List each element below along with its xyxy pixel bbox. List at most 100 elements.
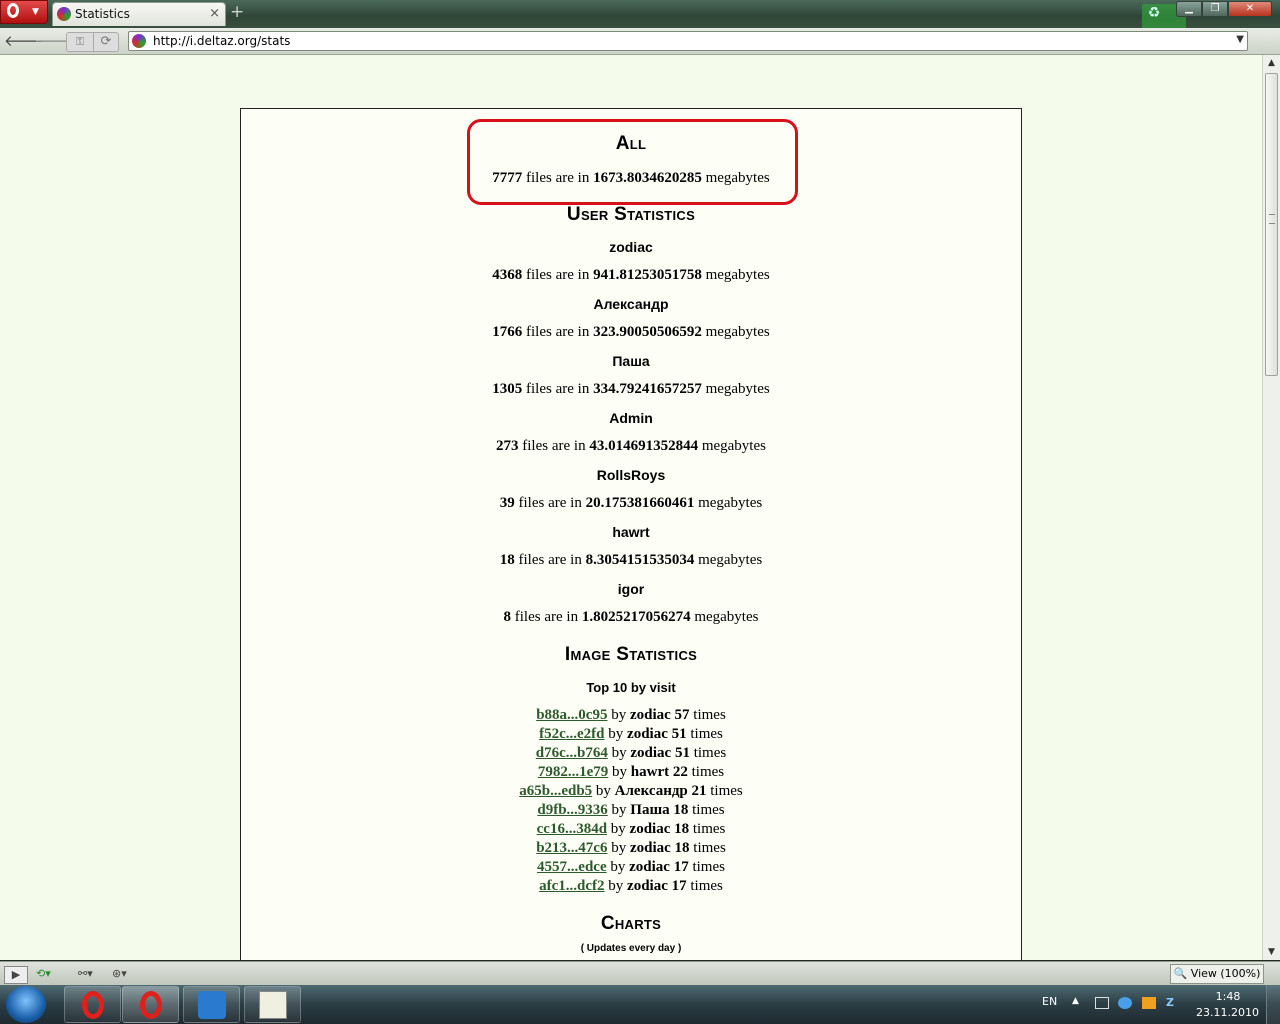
all-highlight-box <box>467 119 798 205</box>
zoom-control[interactable]: 🔍 View (100%) <box>1170 964 1264 984</box>
status-bar: ▶ ⟲▾ ⚯▾ ⊛▾ 🔍 View (100%) <box>0 961 1280 986</box>
taskbar-notepad[interactable] <box>244 986 301 1023</box>
clock-date[interactable]: 23.11.2010 <box>1196 1006 1259 1019</box>
key-icon[interactable]: ⚿ <box>66 32 94 52</box>
media-player-icon[interactable] <box>1142 997 1156 1009</box>
user-summary: 8 files are in 1.8025217056274 megabytes <box>241 609 1021 626</box>
opera-icon <box>82 991 104 1019</box>
start-button[interactable] <box>6 986 46 1023</box>
opera-menu-button[interactable]: ▼ <box>0 0 48 24</box>
tab-title: Statistics <box>75 7 130 21</box>
times-text: times <box>689 821 726 837</box>
top10-row: 4557...edce by zodiac 17 times <box>241 858 1021 877</box>
user-mid: files are in <box>514 552 586 568</box>
visit-count: 51 <box>671 726 687 742</box>
messenger-icon[interactable] <box>1118 997 1132 1009</box>
user-name: Паша <box>612 353 650 369</box>
taskbar-opera-app[interactable] <box>64 986 121 1023</box>
user-name: Александр <box>593 296 669 312</box>
user-unit: megabytes <box>694 495 763 511</box>
tab-close-button[interactable]: × <box>209 6 220 21</box>
top10-row: 7982...1e79 by hawrt 22 times <box>241 763 1021 782</box>
vertical-scrollbar[interactable]: ▲ ▼ <box>1262 55 1280 960</box>
user-name: RollsRoys <box>596 467 666 483</box>
times-text: times <box>689 745 727 761</box>
mail-icon[interactable] <box>1095 997 1109 1009</box>
scroll-thumb[interactable] <box>1265 73 1278 376</box>
unite-icon[interactable]: ⚯▾ <box>78 966 93 982</box>
url-text[interactable]: http://i.deltaz.org/stats <box>153 34 290 48</box>
z-icon[interactable]: Z <box>1166 997 1180 1009</box>
grip-icon <box>1269 214 1275 224</box>
user-mid: files are in <box>518 438 590 454</box>
panel-toggle-button[interactable]: ▶ <box>4 966 28 984</box>
maximize-button[interactable]: ❐ <box>1202 1 1228 17</box>
taskbar-app[interactable] <box>183 986 240 1023</box>
scroll-down-arrow-icon[interactable]: ▼ <box>1263 944 1280 960</box>
top10-row: b88a...0c95 by zodiac 57 times <box>241 706 1021 725</box>
scroll-up-arrow-icon[interactable]: ▲ <box>1263 55 1280 71</box>
image-link[interactable]: d76c...b764 <box>536 745 608 761</box>
user-unit: megabytes <box>701 267 770 283</box>
user-unit: megabytes <box>701 381 770 397</box>
top10-row: afc1...dcf2 by zodiac 17 times <box>241 877 1021 896</box>
image-user: zodiac <box>629 859 670 875</box>
image-link[interactable]: 4557...edce <box>537 859 607 875</box>
user-unit: megabytes <box>701 324 770 340</box>
language-indicator[interactable]: EN <box>1042 995 1057 1008</box>
times-text: times <box>686 726 723 742</box>
site-favicon-icon <box>132 34 146 48</box>
times-text: times <box>689 840 726 856</box>
user-files: 39 <box>499 495 515 511</box>
user-summary: 39 files are in 20.175381660461 megabyte… <box>241 495 1021 512</box>
top10-row: a65b...edb5 by Александр 21 times <box>241 782 1021 801</box>
charts-note: ( Updates every day ) <box>580 943 682 954</box>
show-desktop-button[interactable] <box>1266 985 1280 1024</box>
close-window-button[interactable]: ✕ <box>1228 1 1272 17</box>
image-link[interactable]: b213...47c6 <box>536 840 607 856</box>
user-mid: files are in <box>522 267 594 283</box>
image-link[interactable]: cc16...384d <box>537 821 607 837</box>
page-viewport: All 7777 files are in 1673.8034620285 me… <box>0 55 1262 960</box>
minimize-button[interactable]: ▁ <box>1176 1 1202 17</box>
by-text: by <box>607 745 631 761</box>
image-user: zodiac <box>627 878 668 894</box>
image-link[interactable]: d9fb...9336 <box>537 802 607 818</box>
user-summary: 4368 files are in 941.81253051758 megaby… <box>241 267 1021 284</box>
by-text: by <box>604 726 628 742</box>
image-link[interactable]: a65b...edb5 <box>519 783 592 799</box>
taskbar-opera-window[interactable] <box>122 986 179 1023</box>
times-text: times <box>687 764 725 780</box>
by-text: by <box>607 802 631 818</box>
tray-expand-icon[interactable]: ▲ <box>1072 996 1079 1006</box>
by-text: by <box>607 840 630 856</box>
url-input[interactable]: http://i.deltaz.org/stats ▼ <box>128 31 1248 51</box>
image-link[interactable]: afc1...dcf2 <box>539 878 604 894</box>
user-stats-heading: User Statistics <box>566 204 696 225</box>
sync-icon[interactable]: ⟲▾ <box>36 966 51 982</box>
trash-icon[interactable]: ♻ <box>1144 5 1164 21</box>
user-megabytes: 20.175381660461 <box>585 495 695 511</box>
tab-statistics[interactable]: Statistics × <box>52 2 226 26</box>
image-link[interactable]: 7982...1e79 <box>538 764 608 780</box>
turbo-icon[interactable]: ⊛▾ <box>112 966 127 982</box>
clock-time[interactable]: 1:48 <box>1200 990 1256 1003</box>
url-dropdown-icon[interactable]: ▼ <box>1236 34 1244 45</box>
user-summary: 18 files are in 8.3054151535034 megabyte… <box>241 552 1021 569</box>
back-button[interactable]: 🡐 <box>4 32 44 50</box>
visit-count: 22 <box>672 764 688 780</box>
visit-count: 18 <box>673 802 689 818</box>
zoom-label: View (100%) <box>1190 967 1261 980</box>
chevron-down-icon: ▼ <box>32 7 39 17</box>
user-unit: megabytes <box>690 609 759 625</box>
image-user: hawrt <box>630 764 670 780</box>
visit-count: 57 <box>674 707 690 723</box>
image-link[interactable]: f52c...e2fd <box>539 726 604 742</box>
image-link[interactable]: b88a...0c95 <box>536 707 607 723</box>
user-summary: 273 files are in 43.014691352844 megabyt… <box>241 438 1021 455</box>
reload-button[interactable]: ⟳ <box>93 32 119 52</box>
visit-count: 21 <box>691 783 707 799</box>
forward-button[interactable]: 🡒 <box>34 32 74 50</box>
image-user: Паша <box>630 802 670 818</box>
new-tab-button[interactable]: + <box>230 4 244 21</box>
